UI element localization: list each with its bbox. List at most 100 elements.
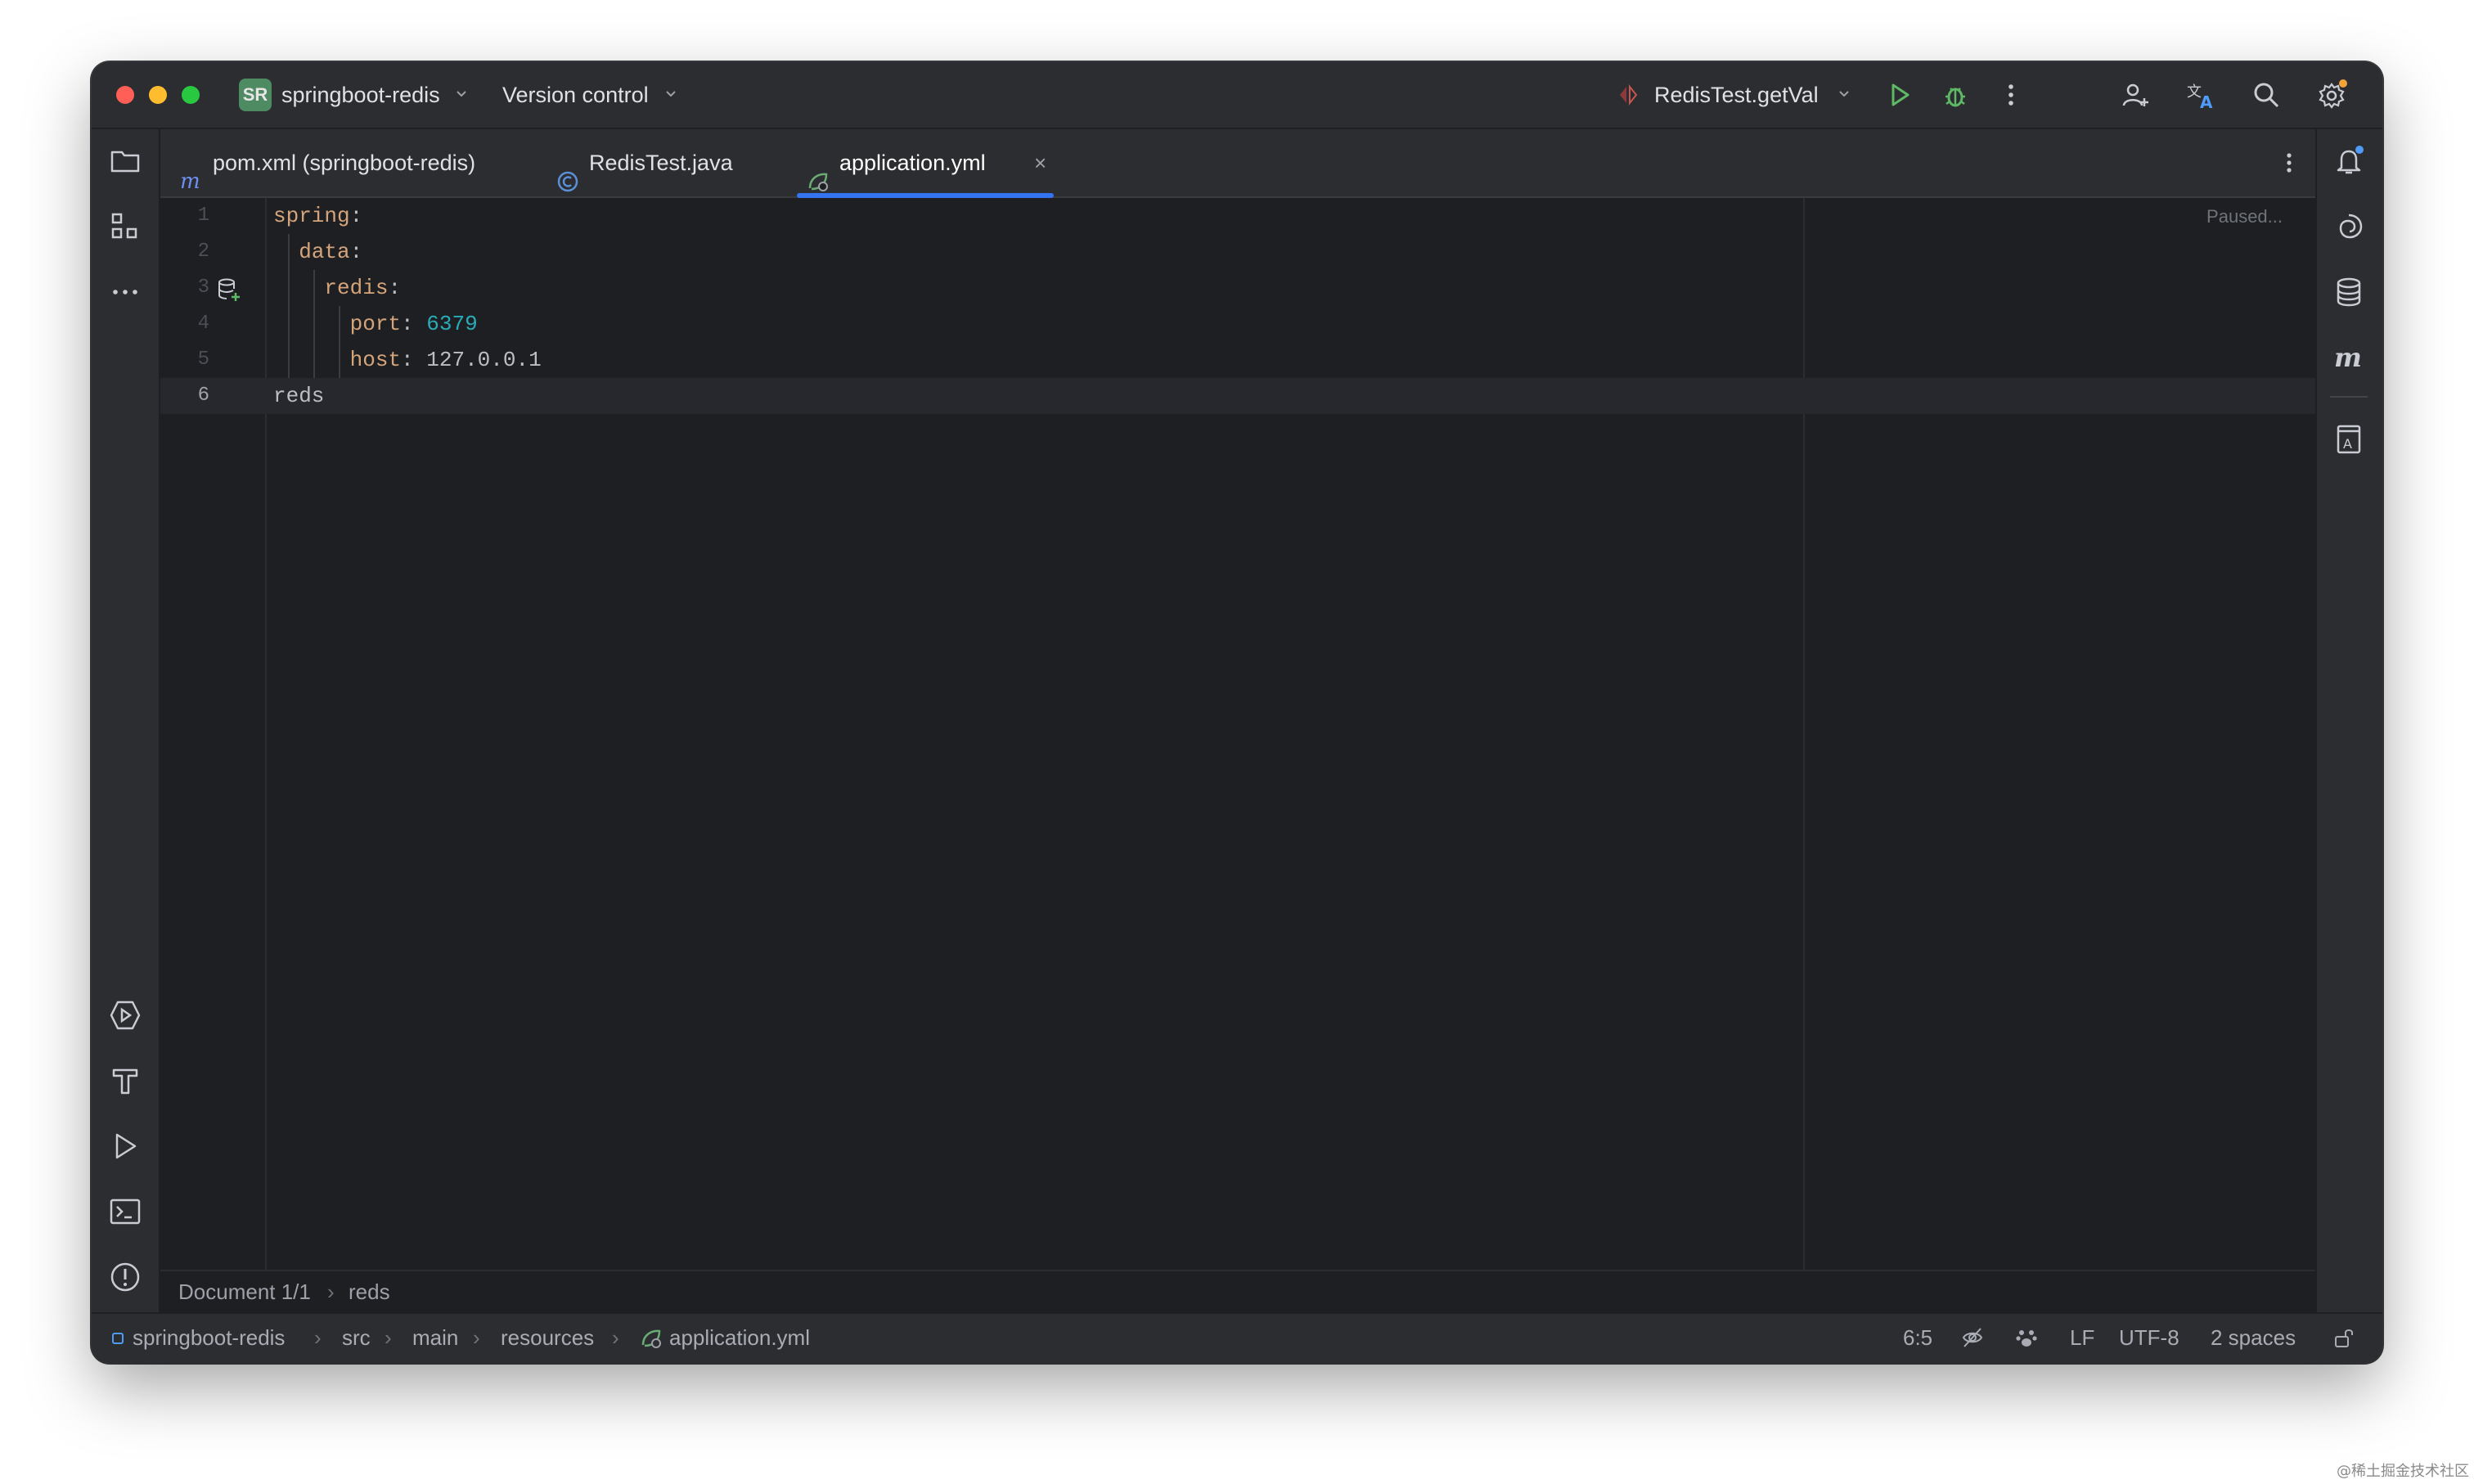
path-project[interactable]: springboot-redis [133,1314,285,1361]
yaml-key: spring [273,204,350,228]
yaml-separator: : [349,204,363,228]
line-number: 5 [197,349,209,371]
yaml-key: data [299,240,350,264]
database-icon[interactable] [2332,275,2366,309]
breadcrumb-document[interactable]: Document 1/1 [178,1271,311,1312]
more-actions-icon[interactable] [1995,79,2027,111]
close-tab-icon[interactable]: × [1034,129,1046,196]
version-control-menu[interactable]: Version control [502,62,649,128]
code-text: reds [273,378,324,414]
run-configuration-selector[interactable]: RedisTest.getVal [1654,62,1819,128]
code-line: 2 data: [160,234,2315,270]
more-tools-icon[interactable] [108,275,142,309]
tab-options-icon[interactable] [2279,129,2299,196]
path-file[interactable]: application.yml [669,1314,810,1361]
line-number: 3 [197,277,209,299]
yaml-separator: : [349,240,363,264]
yaml-key: port [349,312,402,336]
breadcrumb-node[interactable]: reds [349,1271,390,1312]
maven-icon: m [180,152,203,194]
chevron-down-icon [457,89,466,99]
project-switcher[interactable]: springboot-redis [281,62,440,128]
build-hammer-icon[interactable] [108,1064,142,1098]
line-separator[interactable]: LF [2070,1314,2094,1361]
line-number: 6 [197,384,209,407]
file-encoding[interactable]: UTF-8 [2119,1314,2179,1361]
close-window-button[interactable] [116,86,134,104]
code-line: 3 redis: [160,270,2315,306]
yaml-value: 6379 [426,312,478,336]
yaml-breadcrumb-bar: Document 1/1 › reds [160,1270,2315,1314]
module-icon [111,1332,124,1345]
tab-label: application.yml [839,151,986,175]
settings-gear-icon[interactable] [2315,79,2348,111]
path-resources[interactable]: resources [501,1314,594,1361]
path-separator: › [314,1325,322,1350]
path-main[interactable]: main [412,1314,458,1361]
svg-text:A: A [2200,92,2213,111]
chevron-down-icon [666,89,676,99]
chevron-down-icon [1839,89,1849,99]
translation-panel-icon[interactable]: A [2332,422,2366,456]
tab-label: RedisTest.java [589,151,733,175]
indent-guide [288,234,290,378]
path-separator: › [612,1325,619,1350]
line-number: 2 [197,241,209,263]
svg-text:m: m [180,170,200,193]
yaml-key: host [349,348,402,372]
maven-icon[interactable]: m [2332,340,2366,375]
translate-icon[interactable]: 文A [2184,79,2217,111]
svg-text:m: m [2334,342,2362,373]
breadcrumb-separator: › [327,1279,335,1304]
ai-assistant-spiral-icon[interactable] [2332,209,2366,244]
search-icon[interactable] [2250,79,2283,111]
title-bar: SR springboot-redis Version control Redi… [92,62,2382,129]
ide-window: SR springboot-redis Version control Redi… [92,62,2382,1363]
spring-yaml-icon [640,1327,663,1350]
problems-icon[interactable] [108,1260,142,1294]
caret-position[interactable]: 6:5 [1903,1314,1932,1361]
project-badge[interactable]: SR [239,79,272,111]
yaml-separator: : [401,312,427,336]
editor-tab-bar: m pom.xml (springboot-redis) RedisTest.j… [160,129,2315,198]
yaml-value: reds [273,384,325,408]
structure-icon[interactable] [108,209,142,244]
indent-setting[interactable]: 2 spaces [2211,1314,2296,1361]
debug-icon[interactable] [1939,79,1972,111]
line-number: 4 [197,313,209,335]
code-text: data: [273,234,362,270]
svg-text:A: A [2343,436,2352,452]
tab-label: pom.xml (springboot-redis) [213,151,476,175]
code-text: port: 6379 [273,306,478,342]
maximize-window-button[interactable] [182,86,200,104]
status-bar: springboot-redis › src › main › resource… [92,1312,2382,1363]
inspections-off-icon[interactable] [1960,1325,1985,1350]
spring-yaml-icon [807,152,830,191]
run-icon[interactable] [1883,79,1916,111]
yaml-value: 127.0.0.1 [426,348,542,372]
add-user-icon[interactable] [2119,79,2152,111]
minimize-window-button[interactable] [149,86,167,104]
terminal-icon[interactable] [108,1194,142,1229]
code-text: redis: [273,270,401,306]
yaml-separator: : [401,348,427,372]
left-tool-strip [92,129,160,1355]
line-number: 1 [197,205,209,227]
project-folder-icon[interactable] [108,144,142,178]
indent-guide [313,270,315,378]
lock-icon[interactable] [2332,1325,2356,1350]
run-tool-icon[interactable] [108,1129,142,1163]
run-config-icon [1615,82,1641,108]
services-icon[interactable] [108,998,142,1032]
redis-datasource-gutter-icon[interactable] [216,277,242,303]
java-class-icon [556,152,579,192]
watermark: @稀土掘金技术社区 [2337,1463,2469,1480]
path-separator: › [385,1325,392,1350]
strip-divider [2330,396,2368,398]
notifications-bell-icon[interactable] [2332,144,2366,178]
path-src[interactable]: src [342,1314,371,1361]
code-editor[interactable]: Paused... 1 spring: 2 data: 3 redis: 4 p… [160,198,2315,1271]
paw-icon[interactable] [2014,1325,2039,1350]
code-line: 5 host: 127.0.0.1 [160,342,2315,378]
indent-guide [339,306,340,378]
